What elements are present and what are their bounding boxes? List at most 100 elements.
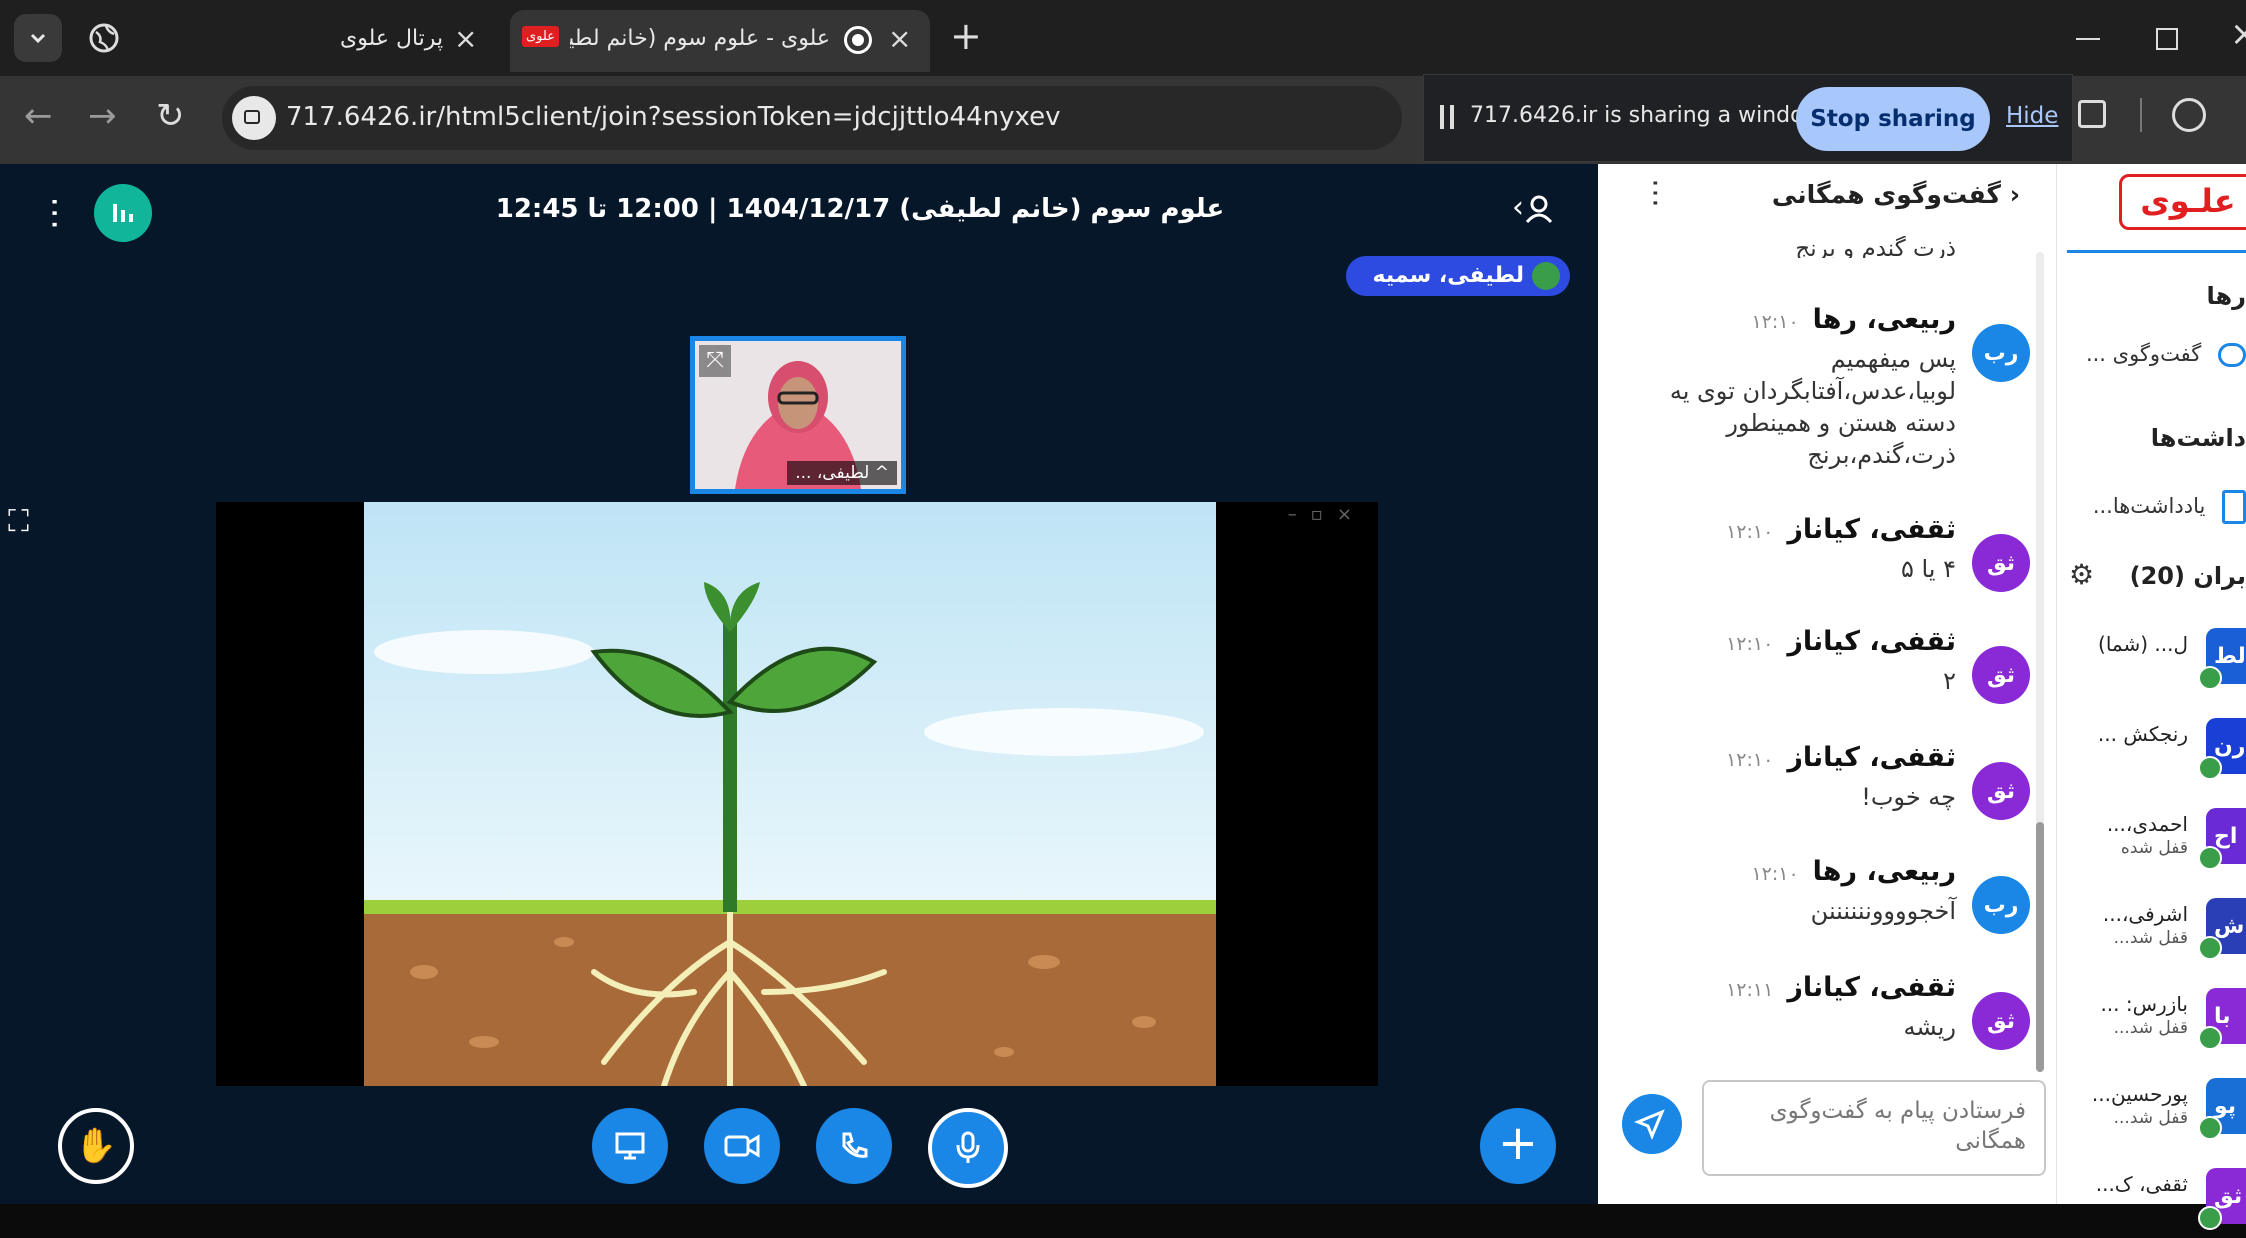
message-time: ۱۲:۱۰	[1751, 863, 1799, 885]
tab-close-icon[interactable]: ×	[454, 22, 477, 55]
tab-title: علوی - علوم سوم (خانم لطیف	[570, 26, 830, 51]
message-avatar: ثق	[1972, 992, 2030, 1050]
camera-button[interactable]	[704, 1108, 780, 1184]
send-button[interactable]	[1622, 1094, 1682, 1154]
new-tab-icon[interactable]: +	[950, 14, 982, 58]
message-time: ۱۲:۱۰	[1726, 521, 1774, 543]
public-chat-item[interactable]: گفت‌وگوی ...	[2086, 342, 2246, 367]
browser-tab-bar: پرتال علوی × علوی علوی - علوم سوم (خانم …	[0, 0, 2246, 76]
chat-scrollbar[interactable]	[2036, 252, 2044, 1072]
chat-message: ربیعی، رها ۱۲:۱۰ پس میفهمیم لوبیا،عدس،آفتاب…	[1616, 304, 1956, 471]
user-name: ل... (شما)	[2098, 632, 2188, 656]
maximize-icon[interactable]	[2156, 28, 2178, 50]
forward-icon[interactable]: →	[88, 96, 117, 136]
raise-hand-button[interactable]: ✋	[58, 1108, 134, 1184]
tab-search-button[interactable]	[14, 14, 62, 62]
back-icon[interactable]: ←	[24, 96, 53, 136]
message-time: ۱۲:۱۰	[1751, 311, 1799, 333]
profile-icon[interactable]	[2172, 98, 2206, 132]
chat-options-icon[interactable]: ⋯	[1638, 178, 1673, 208]
video-camera-icon	[724, 1134, 760, 1158]
mic-icon	[2198, 936, 2222, 960]
user-row[interactable]: اشاشرفی،...قفل شد...	[2056, 888, 2246, 968]
presenter-name: لطیفی، سمیه	[1372, 263, 1525, 288]
share-screen-button[interactable]	[592, 1108, 668, 1184]
send-icon	[1634, 1109, 1665, 1140]
extensions-icon[interactable]	[2078, 100, 2106, 128]
message-text: آخجووووننننننن	[1810, 897, 1956, 925]
close-window-icon[interactable]: ×	[2230, 14, 2246, 54]
message-text: چه خوب!	[1861, 783, 1956, 811]
chat-header[interactable]: ‹ گفت‌وگوی همگانی	[1772, 180, 2020, 209]
tab-close-icon[interactable]: ×	[888, 22, 911, 55]
fullscreen-icon[interactable]: ⤧	[699, 345, 731, 377]
chat-message: ثقفی، کیاناز ۱۲:۱۰ ۴ یا ۵	[1616, 514, 1956, 585]
mic-icon	[2198, 1026, 2222, 1050]
recording-icon	[844, 26, 872, 54]
chat-bubble-icon	[2218, 343, 2246, 367]
notes-section-title: داشت‌ها	[2150, 424, 2246, 452]
chat-input[interactable]: فرستادن پیام به گفت‌وگوی همگانی	[1702, 1080, 2046, 1176]
fullscreen-presentation-icon[interactable]: ⛶	[8, 504, 29, 539]
audio-button[interactable]	[816, 1108, 892, 1184]
user-name: پورحسین...	[2091, 1082, 2188, 1106]
message-author: ثقفی، کیاناز	[1787, 626, 1956, 657]
user-name: رنجکش ...	[2097, 722, 2188, 746]
monitor-icon	[615, 1132, 645, 1160]
mute-button[interactable]	[928, 1108, 1008, 1188]
messages-divider	[2067, 250, 2246, 253]
phone-icon	[842, 1132, 868, 1158]
message-avatar: ثق	[1972, 646, 2030, 704]
user-row[interactable]: لط ل... (شما)	[2056, 618, 2246, 698]
tab-portal[interactable]: پرتال علوی ×	[300, 10, 500, 72]
chat-message: ثقفی، کیاناز ۱۲:۱۰ ۲	[1616, 626, 1956, 697]
presenter-badge: لطیفی، سمیه	[1346, 256, 1570, 296]
message-avatar: رب	[1972, 324, 2030, 382]
webcam-tile[interactable]: ⤧ ^ لطیفی، ...	[690, 336, 906, 494]
message-avatar: رب	[1972, 876, 2030, 934]
user-icon	[1525, 195, 1553, 223]
user-status: قفل شد...	[2113, 928, 2188, 948]
user-row[interactable]: با بازرس: ... قفل شد...	[2056, 978, 2246, 1058]
site-info-icon[interactable]	[232, 96, 276, 140]
address-bar[interactable]: 717.6426.ir/html5client/join?sessionToke…	[222, 86, 1402, 150]
message-author: ثقفی، کیاناز	[1787, 972, 1956, 1003]
mic-icon	[2198, 1206, 2222, 1230]
stats-button[interactable]	[94, 184, 152, 242]
window-controls: –▫×	[1287, 504, 1366, 525]
stop-sharing-button[interactable]: Stop sharing	[1796, 87, 1990, 151]
share-status: 717.6426.ir is sharing a window.	[1470, 103, 1827, 128]
gear-icon[interactable]: ⚙	[2069, 558, 2094, 591]
message-text: ۲	[1943, 667, 1956, 695]
screen-share-bar: 717.6426.ir is sharing a window. Stop sh…	[1423, 74, 2073, 162]
reload-icon[interactable]: ↻	[156, 96, 185, 136]
notes-item[interactable]: یادداشت‌ها...	[2093, 490, 2246, 524]
user-row[interactable]: اح احمدی،... قفل شده	[2056, 798, 2246, 878]
user-list-toggle[interactable]: ‹	[1512, 190, 1554, 225]
chat-top-fragment: ذرت گندم و برنج	[1795, 236, 1956, 258]
user-status: قفل شد...	[2113, 1108, 2188, 1128]
chevron-down-icon	[30, 33, 46, 44]
logo: علـوی	[2119, 174, 2246, 230]
minimize-icon[interactable]	[2076, 38, 2100, 40]
user-row[interactable]: رن رنجکش ...	[2056, 708, 2246, 788]
message-text: ذرت،گندم،برنج	[1807, 441, 1956, 469]
globe-icon[interactable]	[84, 18, 124, 58]
users-header: بران (20)	[2129, 562, 2246, 590]
meeting-area: ⋯ علوم سوم (خانم لطیفی) 1404/12/17 | 12:…	[0, 164, 1598, 1204]
mic-icon	[2198, 666, 2222, 690]
message-text: لوبیا،عدس،آفتابگردان توی یه	[1669, 377, 1956, 405]
hide-link[interactable]: Hide	[2006, 103, 2058, 129]
user-status: قفل شده	[2120, 838, 2188, 858]
user-name: احمدی،...	[2106, 812, 2188, 836]
message-text: ریشه	[1903, 1013, 1956, 1041]
actions-plus-button[interactable]: +	[1480, 1108, 1556, 1184]
more-options-icon[interactable]: ⋯	[35, 196, 75, 230]
message-author: ثقفی، کیاناز	[1787, 514, 1956, 545]
screenshare-view: –▫×	[216, 502, 1378, 1086]
chevron-right-icon: ‹	[2000, 180, 2020, 209]
message-author: ربیعی، رها	[1812, 856, 1956, 887]
user-row[interactable]: ثق ثقفی، ک...	[2056, 1158, 2246, 1238]
user-row[interactable]: پو پورحسین... قفل شد...	[2056, 1068, 2246, 1148]
tab-classroom[interactable]: علوی علوی - علوم سوم (خانم لطیف ×	[510, 10, 930, 72]
